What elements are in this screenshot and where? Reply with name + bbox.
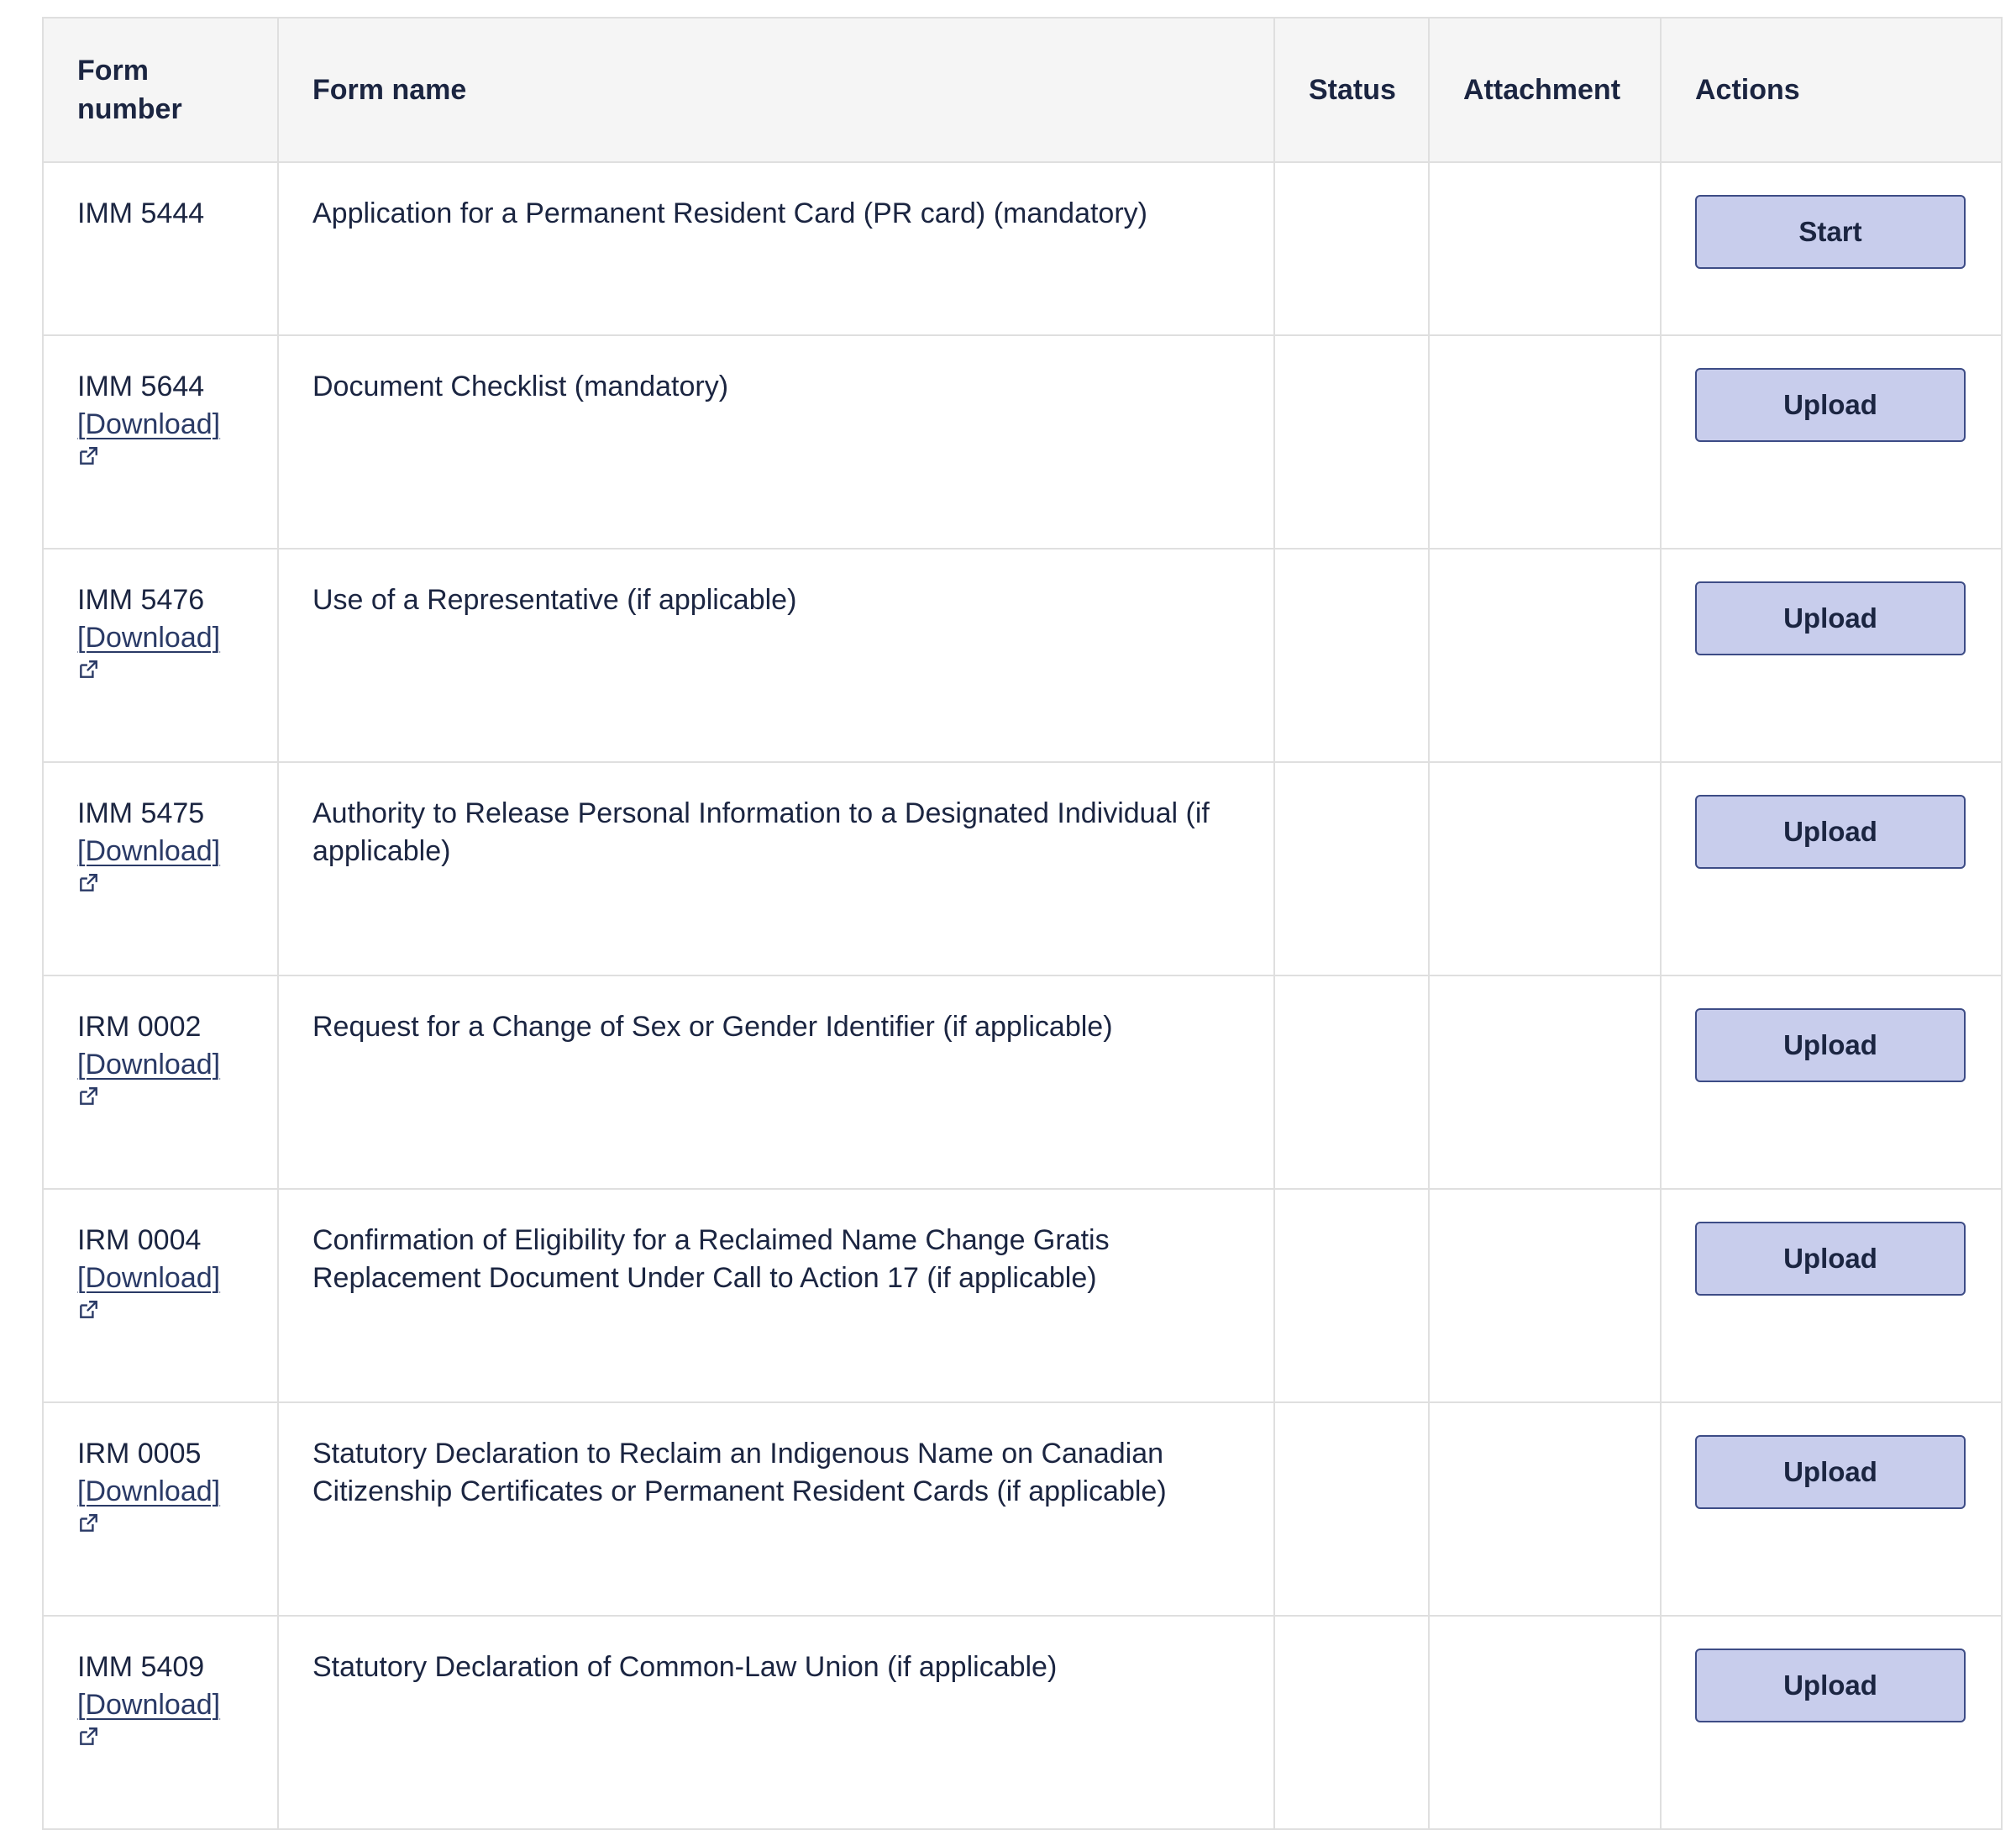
status-cell bbox=[1273, 1188, 1430, 1403]
forms-table-container: Form number Form name Status Attachment A… bbox=[42, 17, 2003, 1830]
upload-button[interactable]: Upload bbox=[1695, 1222, 1966, 1296]
external-link-icon[interactable] bbox=[77, 872, 99, 894]
upload-button[interactable]: Upload bbox=[1695, 795, 1966, 869]
actions-cell: Upload bbox=[1660, 975, 2003, 1190]
form-name-cell: Use of a Representative (if applicable) bbox=[277, 548, 1275, 763]
form-name: Confirmation of Eligibility for a Reclai… bbox=[312, 1224, 1110, 1294]
table-body: IMM 5444 Application for a Permanent Res… bbox=[42, 161, 2003, 1830]
form-number-cell: IRM 0002 [Download] bbox=[42, 975, 279, 1190]
form-name: Statutory Declaration to Reclaim an Indi… bbox=[312, 1438, 1167, 1507]
form-name: Application for a Permanent Resident Car… bbox=[312, 197, 1147, 229]
form-number-cell: IMM 5444 bbox=[42, 161, 279, 336]
attachment-cell bbox=[1428, 975, 1662, 1190]
actions-cell: Upload bbox=[1660, 1188, 2003, 1403]
status-cell bbox=[1273, 548, 1430, 763]
download-link[interactable]: [Download] bbox=[77, 1259, 220, 1297]
actions-cell: Upload bbox=[1660, 334, 2003, 550]
table-row: IMM 5475 [Download] Authority to Release… bbox=[42, 761, 2003, 976]
attachment-cell bbox=[1428, 548, 1662, 763]
form-number: IMM 5475 bbox=[77, 797, 205, 829]
header-attachment: Attachment bbox=[1428, 17, 1662, 163]
upload-button[interactable]: Upload bbox=[1695, 1649, 1966, 1722]
form-number: IMM 5644 bbox=[77, 371, 205, 402]
external-link-icon[interactable] bbox=[77, 1512, 99, 1534]
download-link[interactable]: [Download] bbox=[77, 1046, 220, 1084]
status-cell bbox=[1273, 975, 1430, 1190]
form-number: IRM 0004 bbox=[77, 1224, 202, 1256]
header-row: Form number Form name Status Attachment A… bbox=[42, 17, 2003, 163]
form-number-cell: IMM 5409 [Download] bbox=[42, 1615, 279, 1830]
form-name-cell: Authority to Release Personal Informatio… bbox=[277, 761, 1275, 976]
download-link[interactable]: [Download] bbox=[77, 619, 220, 657]
status-cell bbox=[1273, 334, 1430, 550]
external-link-icon[interactable] bbox=[77, 445, 99, 467]
form-number: IRM 0005 bbox=[77, 1438, 202, 1470]
form-name-cell: Application for a Permanent Resident Car… bbox=[277, 161, 1275, 336]
header-form-name: Form name bbox=[277, 17, 1275, 163]
form-name: Document Checklist (mandatory) bbox=[312, 371, 729, 402]
form-name-cell: Request for a Change of Sex or Gender Id… bbox=[277, 975, 1275, 1190]
form-number: IMM 5444 bbox=[77, 197, 205, 229]
attachment-cell bbox=[1428, 1401, 1662, 1617]
attachment-cell bbox=[1428, 334, 1662, 550]
form-name-cell: Statutory Declaration to Reclaim an Indi… bbox=[277, 1401, 1275, 1617]
form-name-cell: Document Checklist (mandatory) bbox=[277, 334, 1275, 550]
form-number-cell: IMM 5476 [Download] bbox=[42, 548, 279, 763]
actions-cell: Start bbox=[1660, 161, 2003, 336]
upload-button[interactable]: Upload bbox=[1695, 1008, 1966, 1082]
status-cell bbox=[1273, 1615, 1430, 1830]
download-link[interactable]: [Download] bbox=[77, 1686, 220, 1724]
status-cell bbox=[1273, 761, 1430, 976]
table-row: IRM 0005 [Download] Statutory Declaratio… bbox=[42, 1401, 2003, 1617]
start-button[interactable]: Start bbox=[1695, 195, 1966, 269]
header-status: Status bbox=[1273, 17, 1430, 163]
status-cell bbox=[1273, 161, 1430, 336]
table-header: Form number Form name Status Attachment A… bbox=[42, 17, 2003, 163]
upload-button[interactable]: Upload bbox=[1695, 368, 1966, 442]
table-row: IRM 0002 [Download] Request for a Change… bbox=[42, 975, 2003, 1190]
form-name: Statutory Declaration of Common-Law Unio… bbox=[312, 1651, 1058, 1683]
header-form-number: Form number bbox=[42, 17, 279, 163]
header-form-number-line1: Form bbox=[77, 55, 149, 87]
form-name: Authority to Release Personal Informatio… bbox=[312, 797, 1210, 867]
header-form-number-line2: number bbox=[77, 93, 182, 125]
download-link[interactable]: [Download] bbox=[77, 1473, 220, 1511]
external-link-icon[interactable] bbox=[77, 1299, 99, 1321]
table-row: IMM 5644 [Download] Document Checklist (… bbox=[42, 334, 2003, 550]
form-number-cell: IRM 0004 [Download] bbox=[42, 1188, 279, 1403]
actions-cell: Upload bbox=[1660, 548, 2003, 763]
actions-cell: Upload bbox=[1660, 761, 2003, 976]
external-link-icon[interactable] bbox=[77, 1086, 99, 1107]
upload-button[interactable]: Upload bbox=[1695, 1435, 1966, 1509]
actions-cell: Upload bbox=[1660, 1401, 2003, 1617]
form-number-cell: IMM 5644 [Download] bbox=[42, 334, 279, 550]
form-number-cell: IRM 0005 [Download] bbox=[42, 1401, 279, 1617]
form-number: IMM 5409 bbox=[77, 1651, 205, 1683]
form-number: IRM 0002 bbox=[77, 1011, 202, 1043]
status-cell bbox=[1273, 1401, 1430, 1617]
form-number: IMM 5476 bbox=[77, 584, 205, 616]
external-link-icon[interactable] bbox=[77, 659, 99, 681]
table-row: IMM 5409 [Download] Statutory Declaratio… bbox=[42, 1615, 2003, 1830]
form-number-cell: IMM 5475 [Download] bbox=[42, 761, 279, 976]
upload-button[interactable]: Upload bbox=[1695, 581, 1966, 655]
form-name-cell: Statutory Declaration of Common-Law Unio… bbox=[277, 1615, 1275, 1830]
form-name: Request for a Change of Sex or Gender Id… bbox=[312, 1011, 1113, 1043]
table-row: IRM 0004 [Download] Confirmation of Elig… bbox=[42, 1188, 2003, 1403]
external-link-icon[interactable] bbox=[77, 1726, 99, 1748]
download-link[interactable]: [Download] bbox=[77, 406, 220, 444]
form-name: Use of a Representative (if applicable) bbox=[312, 584, 797, 616]
header-actions: Actions bbox=[1660, 17, 2003, 163]
download-link[interactable]: [Download] bbox=[77, 833, 220, 870]
attachment-cell bbox=[1428, 1615, 1662, 1830]
table-row: IMM 5444 Application for a Permanent Res… bbox=[42, 161, 2003, 336]
forms-table: Form number Form name Status Attachment A… bbox=[42, 17, 2003, 1830]
attachment-cell bbox=[1428, 1188, 1662, 1403]
form-name-cell: Confirmation of Eligibility for a Reclai… bbox=[277, 1188, 1275, 1403]
actions-cell: Upload bbox=[1660, 1615, 2003, 1830]
attachment-cell bbox=[1428, 761, 1662, 976]
attachment-cell bbox=[1428, 161, 1662, 336]
table-row: IMM 5476 [Download] Use of a Representat… bbox=[42, 548, 2003, 763]
